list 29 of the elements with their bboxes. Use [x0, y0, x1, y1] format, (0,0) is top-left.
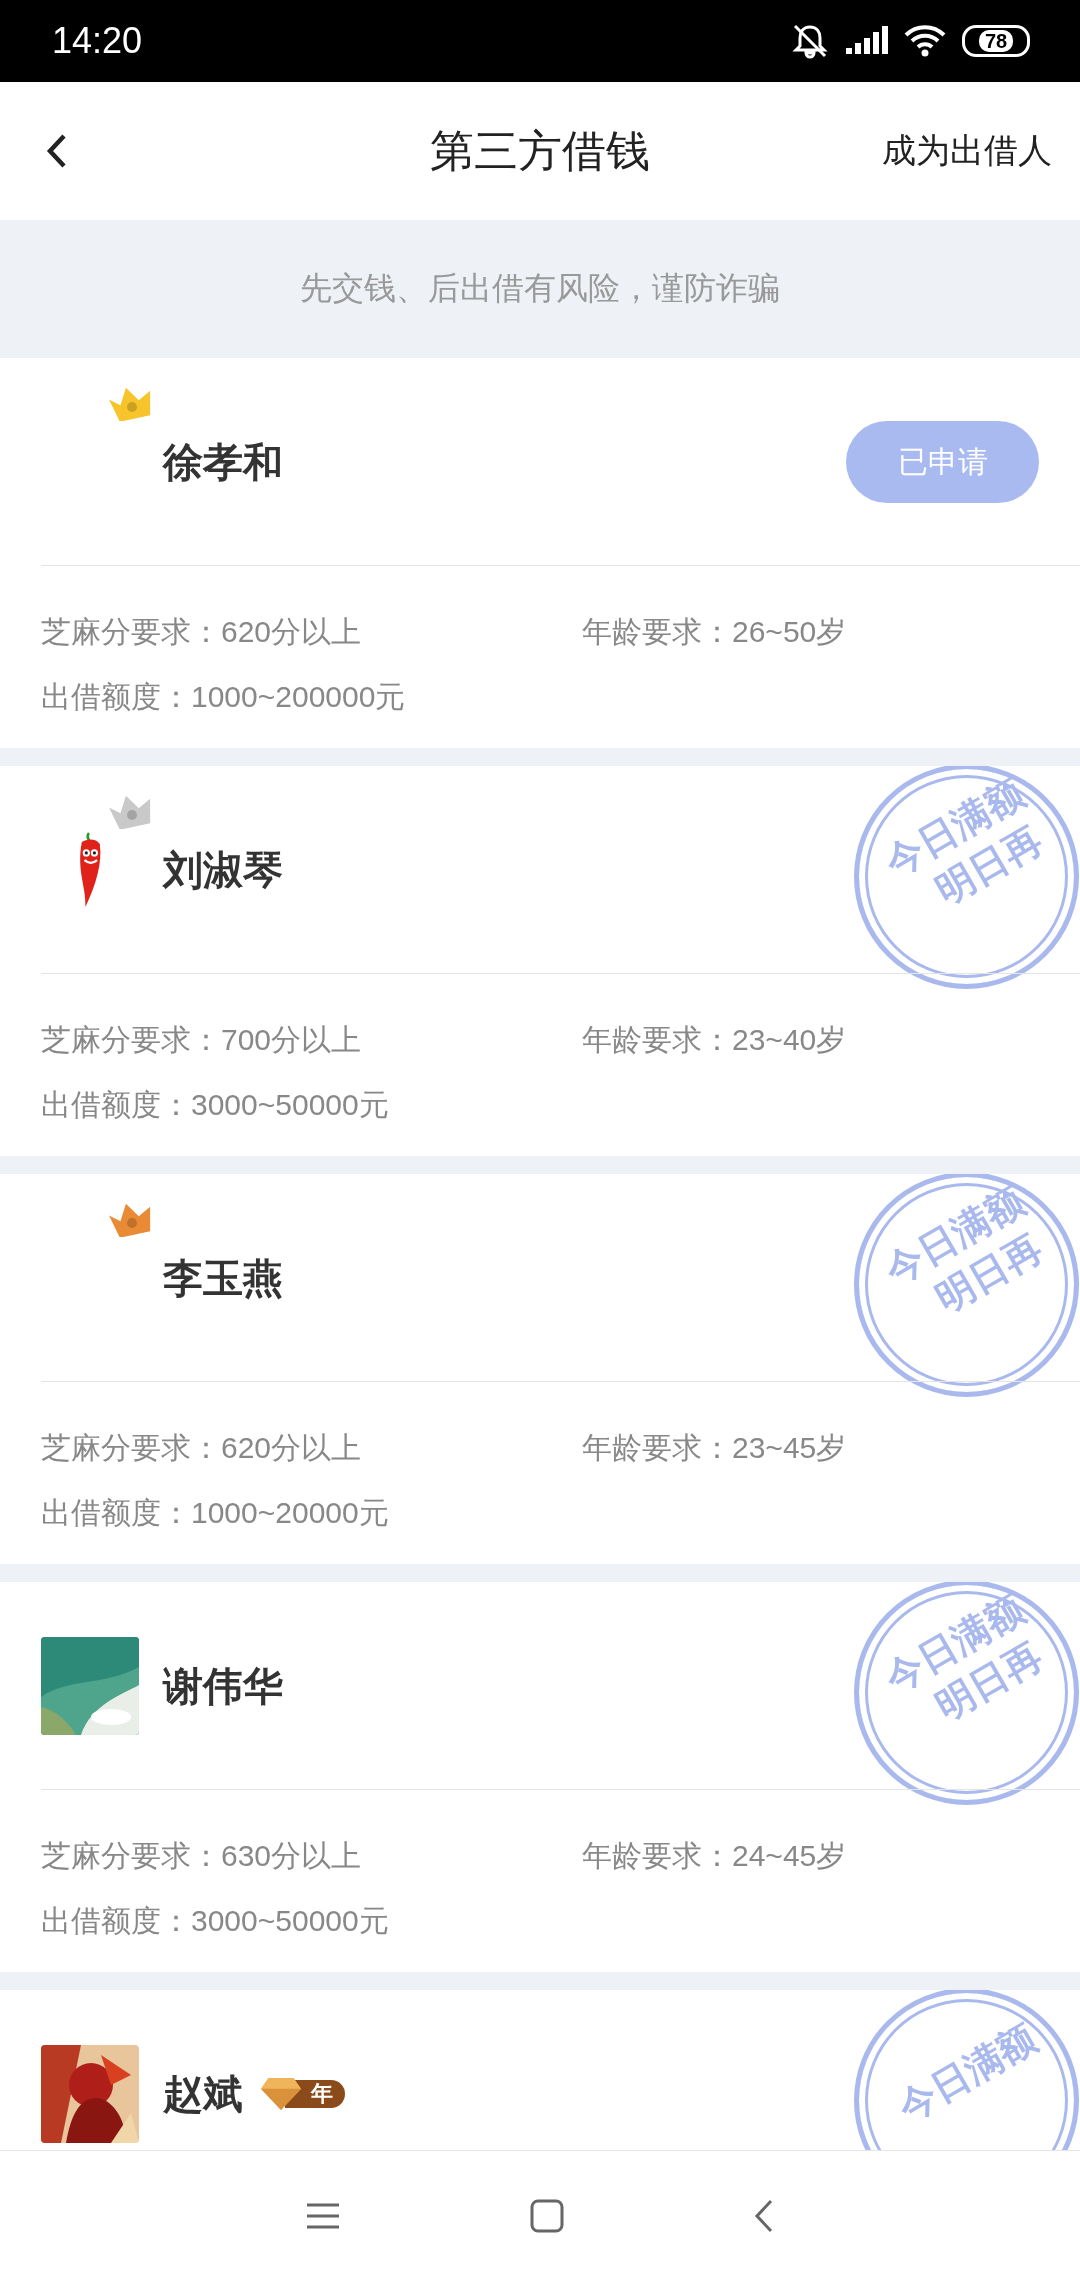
wifi-icon	[904, 25, 946, 57]
back-icon[interactable]	[46, 133, 68, 169]
menu-icon[interactable]	[306, 2202, 340, 2230]
lender-name: 李玉燕	[163, 1254, 283, 1302]
lender-name: 徐孝和	[163, 438, 283, 486]
requirement-text: 出借额度：3000~50000元	[41, 1903, 390, 1939]
diamond-icon	[259, 2076, 303, 2112]
become-lender-link[interactable]: 成为出借人	[882, 128, 1052, 174]
lender-name: 谢伟华	[163, 1662, 283, 1710]
mute-icon	[790, 23, 830, 59]
battery-icon: 78	[962, 25, 1030, 57]
lender-name: 赵斌	[163, 2070, 243, 2118]
requirement-text: 出借额度：3000~50000元	[41, 1087, 390, 1123]
stamp-text: 今日满额	[889, 2015, 1044, 2131]
requirement-text: 年龄要求：24~45岁	[582, 1838, 848, 1874]
requirement-text: 出借额度：1000~200000元	[41, 679, 407, 715]
requirement-text: 年龄要求：23~45岁	[582, 1430, 848, 1466]
clock: 14:20	[52, 20, 143, 62]
requirement-text: 出借额度：1000~20000元	[41, 1495, 390, 1531]
requirement-text: 芝麻分要求：620分以上	[41, 1430, 363, 1466]
home-icon[interactable]	[530, 2199, 564, 2233]
signal-icon	[846, 26, 888, 56]
requirement-text: 芝麻分要求：620分以上	[41, 614, 363, 650]
requirement-text: 年龄要求：23~40岁	[582, 1022, 848, 1058]
lender-name: 刘淑琴	[163, 846, 283, 894]
requirement-text: 芝麻分要求：700分以上	[41, 1022, 363, 1058]
page-title: 第三方借钱	[430, 124, 650, 177]
requirement-text: 芝麻分要求：630分以上	[41, 1838, 363, 1874]
requirement-text: 年龄要求：26~50岁	[582, 614, 848, 650]
